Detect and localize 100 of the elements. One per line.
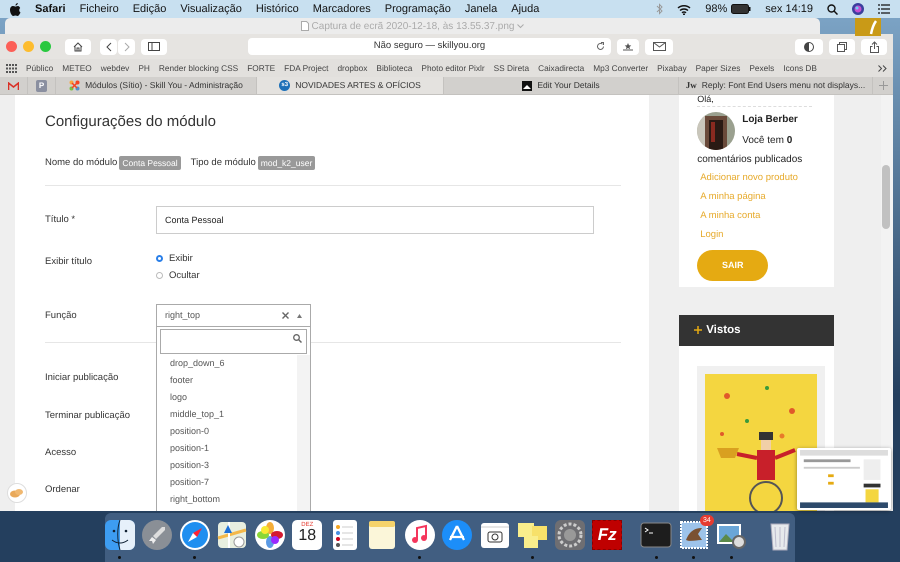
dropdown-option[interactable]: footer: [160, 372, 294, 390]
filezilla-icon[interactable]: Fz: [592, 520, 622, 550]
clear-icon[interactable]: [282, 312, 289, 320]
screenshot-thumbnail[interactable]: [797, 448, 891, 510]
bookmark[interactable]: Pexels: [749, 62, 774, 74]
sidebar-button[interactable]: [141, 38, 167, 54]
field-label: Exibir título: [45, 255, 93, 270]
menu-item[interactable]: Ajuda: [511, 0, 540, 18]
bookmark[interactable]: FORTE: [247, 62, 276, 74]
menu-item[interactable]: Edição: [132, 0, 166, 18]
wifi-icon[interactable]: [677, 4, 692, 14]
star-tray-icon: [622, 42, 634, 51]
home-button[interactable]: [65, 38, 91, 54]
dropdown-option[interactable]: middle_top_1: [160, 406, 294, 424]
logo-icon: Jw: [686, 78, 697, 92]
plus-icon: [694, 326, 702, 334]
bookmark[interactable]: Mp3 Converter: [593, 62, 648, 74]
user-name: Loja Berber: [741, 113, 799, 127]
tabs-icon: [837, 42, 847, 52]
music-note-icon[interactable]: [402, 518, 437, 552]
home-icon: [73, 42, 83, 52]
tabs-overview-button[interactable]: [829, 38, 855, 54]
bookmark[interactable]: FDA Project: [284, 62, 328, 74]
caret-up-icon[interactable]: [297, 314, 302, 318]
search-field[interactable]: [160, 329, 307, 354]
compass-icon[interactable]: [178, 518, 212, 552]
dropdown-option[interactable]: right_bottom: [160, 491, 294, 508]
scrollbar-thumb[interactable]: [882, 165, 890, 229]
finder-face-icon[interactable]: [102, 518, 137, 552]
bookmark[interactable]: Caixadirecta: [538, 62, 584, 74]
menu-item[interactable]: Janela: [464, 0, 498, 18]
dropdown-option[interactable]: position-7: [160, 474, 294, 492]
meta-label: Nome do módulo: [45, 156, 118, 170]
meta-badge: Conta Pessoal: [119, 156, 181, 170]
text-input[interactable]: Conta Pessoal: [156, 206, 594, 234]
envelope-icon: [652, 42, 666, 51]
bookmark[interactable]: Paper Sizes: [696, 62, 740, 74]
address-bar[interactable]: Não seguro — skillyou.org: [248, 38, 611, 55]
meta-badge: mod_k2_user: [258, 156, 316, 170]
module-header: Vistos: [679, 314, 834, 346]
chevron-right-icon: [124, 42, 130, 52]
field-label: Função: [45, 308, 78, 323]
battery-icon[interactable]: [731, 4, 752, 14]
gear-icon[interactable]: [552, 518, 587, 552]
flower-icon[interactable]: [252, 518, 287, 552]
radio-button[interactable]: [156, 255, 163, 262]
menu-icon[interactable]: [878, 4, 890, 14]
bookmark[interactable]: METEO: [62, 62, 92, 74]
half-circle-icon: [804, 42, 814, 52]
greeting-text: Olá,: [697, 95, 812, 107]
bookmark[interactable]: dropbox: [337, 62, 368, 74]
privacy-button[interactable]: [795, 38, 823, 54]
letter-icon: P: [36, 80, 48, 92]
dropdown-option[interactable]: position-3: [160, 457, 294, 474]
bookmark[interactable]: Público: [26, 62, 54, 74]
menu-item[interactable]: Marcadores: [312, 0, 371, 18]
siri-icon[interactable]: [852, 3, 864, 15]
radio-option[interactable]: Exibir: [156, 250, 200, 268]
bookmark[interactable]: webdev: [100, 62, 130, 74]
meta-label: Tipo de módulo: [190, 156, 256, 170]
apps-grid-icon[interactable]: [6, 64, 17, 72]
field-label: Acesso: [45, 446, 78, 460]
dropdown-option[interactable]: position-1: [160, 440, 294, 458]
search-icon[interactable]: [827, 4, 838, 14]
sidebar-icon: [148, 42, 160, 51]
clock[interactable]: sex 14:19: [765, 0, 813, 18]
bookmark[interactable]: Pixabay: [657, 62, 687, 74]
share-button[interactable]: [861, 38, 887, 54]
radio-option[interactable]: Ocultar: [156, 267, 200, 284]
downloads-button[interactable]: [617, 38, 639, 54]
menu-item[interactable]: Ficheiro: [80, 0, 119, 18]
section-heading: Configurações do módulo: [45, 112, 217, 132]
dropdown-option[interactable]: logo: [160, 389, 294, 406]
battery-percentage: 98%: [705, 2, 728, 17]
radio-button[interactable]: [156, 272, 163, 280]
field-label: Ordenar: [45, 483, 81, 497]
field-label: Iniciar publicação: [45, 371, 120, 386]
share-icon: [870, 40, 878, 52]
apple-icon[interactable]: [10, 2, 21, 16]
menu-item[interactable]: Histórico: [256, 0, 299, 18]
comments-count-text: Você tem 0 comentários publicados: [697, 134, 804, 167]
plus-icon: [878, 81, 888, 90]
bookmark[interactable]: PH: [138, 62, 150, 74]
bookmark[interactable]: SS Direta: [494, 62, 530, 74]
mail-button[interactable]: [645, 38, 673, 54]
bookmark[interactable]: Biblioteca: [376, 62, 412, 74]
search-icon: [293, 334, 302, 344]
dropdown-option[interactable]: position-0: [160, 423, 294, 440]
bookmark[interactable]: Photo editor Pixlr: [421, 62, 485, 74]
bookmark[interactable]: Icons DB: [783, 62, 817, 74]
bookmark[interactable]: Render blocking CSS: [158, 62, 238, 74]
double-chevron-icon[interactable]: [878, 64, 887, 72]
back-button[interactable]: [100, 38, 117, 54]
menu-item[interactable]: Visualização: [180, 0, 242, 18]
app-menu[interactable]: Safari: [35, 0, 66, 18]
reload-icon[interactable]: [596, 42, 605, 51]
app-store-icon[interactable]: [440, 518, 474, 552]
chevron-left-icon: [106, 42, 112, 52]
menu-item[interactable]: Programação: [384, 0, 451, 18]
dropdown-option[interactable]: drop_down_6: [160, 355, 294, 372]
